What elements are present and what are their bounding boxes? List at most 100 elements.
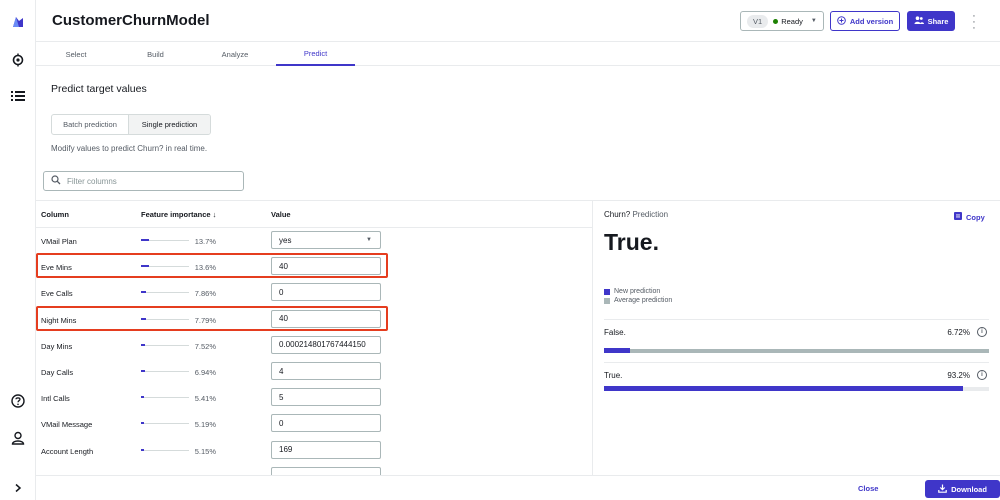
tab-analyze[interactable]: Analyze [195, 42, 275, 66]
help-icon[interactable] [10, 393, 26, 409]
legend-swatch [604, 288, 610, 295]
ready-status-dot [773, 18, 779, 24]
table-row: Day Mins 7.52% 0.000214801767444150 [36, 333, 592, 359]
feature-name: Intl Calls [41, 394, 70, 404]
search-icon [51, 172, 61, 190]
divider [604, 319, 989, 320]
feature-name: VMail Plan [41, 237, 77, 246]
models-icon[interactable] [10, 52, 26, 68]
importance-pct: 5.15% [194, 446, 216, 456]
table-header: Column Feature importance ↓ Value [36, 201, 592, 228]
chevron-down-icon: ▼ [366, 237, 372, 243]
page-header: CustomerChurnModel V1 Ready ▼ Add versio… [36, 0, 1000, 42]
value-input[interactable] [271, 466, 381, 475]
close-button[interactable]: Close [858, 484, 878, 493]
tab-predict[interactable]: Predict [276, 42, 355, 66]
legend-average-prediction: Average prediction [604, 297, 672, 304]
table-row: Day Calls 6.94% 4 [36, 359, 592, 385]
feature-table: Column Feature importance ↓ Value VMail … [36, 200, 592, 475]
tab-select[interactable]: Select [36, 42, 116, 66]
canvas-logo-icon[interactable] [10, 14, 26, 30]
true-probability-fill [604, 386, 963, 391]
importance-pct: 6.94% [194, 368, 216, 377]
importance-pct: 5.19% [194, 420, 216, 430]
table-row [36, 464, 592, 475]
app-root: CustomerChurnModel V1 Ready ▼ Add versio… [0, 0, 1000, 500]
table-row: VMail Plan 13.7% yes ▼ [36, 228, 592, 254]
list-icon[interactable] [10, 88, 26, 104]
importance-bar-fill [141, 343, 145, 346]
section-title: Predict target values [51, 83, 147, 95]
step-tabs: Select Build Analyze Predict [36, 42, 1000, 66]
version-status-dropdown[interactable]: V1 Ready ▼ [740, 11, 824, 31]
expand-chevron-icon[interactable] [10, 480, 26, 496]
download-button[interactable]: Download [925, 480, 1000, 498]
batch-prediction-toggle[interactable]: Batch prediction [52, 115, 128, 134]
value-text: yes [279, 235, 292, 245]
table-row: VMail Message 5.19% 0 [36, 411, 592, 437]
false-probability-bar [604, 348, 989, 353]
value-text: 0 [279, 287, 284, 297]
value-input[interactable]: 0.000214801767444150 [271, 335, 381, 354]
column-header: Column [41, 210, 69, 219]
importance-bar-fill [141, 422, 144, 425]
result-false-label: False. [604, 328, 626, 337]
info-icon[interactable]: i [977, 370, 987, 380]
highlight-eve-mins [36, 253, 388, 278]
version-badge: V1 [747, 14, 769, 28]
false-probability-fill [604, 348, 630, 353]
more-options-icon[interactable]: · · · [970, 11, 978, 34]
feature-name: Day Mins [41, 341, 73, 351]
table-row: Intl Calls 5.41% 5 [36, 385, 592, 411]
download-icon [938, 484, 947, 495]
share-button[interactable]: Share [907, 11, 955, 31]
status-text: Ready [781, 16, 803, 26]
value-input[interactable]: 0 [271, 283, 381, 302]
importance-bar-fill [141, 396, 144, 399]
value-select[interactable]: yes ▼ [271, 231, 381, 249]
feature-importance-header[interactable]: Feature importance ↓ [141, 210, 216, 219]
prediction-panel: Churn? Prediction Copy True. New predict… [592, 200, 1000, 475]
value-text: 169 [279, 445, 293, 455]
value-input[interactable]: 169 [271, 440, 381, 459]
value-input[interactable]: 0 [271, 414, 381, 433]
prediction-result: True. [604, 229, 659, 255]
importance-pct: 7.52% [194, 341, 216, 351]
filter-columns-input[interactable] [67, 176, 227, 186]
importance-pct: 13.7% [194, 237, 216, 246]
left-rail [0, 0, 36, 500]
plus-circle-icon [837, 15, 846, 27]
importance-pct: 5.41% [194, 394, 216, 404]
divider [604, 362, 989, 363]
copy-icon [954, 212, 962, 222]
importance-pct: 7.86% [194, 289, 216, 299]
legend-swatch [604, 297, 610, 304]
value-input[interactable]: 5 [271, 388, 381, 407]
value-text: 0.000214801767444150 [279, 340, 366, 350]
highlight-night-mins [36, 306, 388, 331]
value-text: 0 [279, 418, 284, 428]
feature-name: Eve Calls [41, 289, 73, 299]
tab-build[interactable]: Build [116, 42, 195, 66]
importance-bar-fill [141, 291, 146, 294]
result-true-label: True. [604, 371, 623, 380]
model-title: CustomerChurnModel [52, 12, 210, 29]
value-input[interactable]: 4 [271, 362, 381, 380]
filter-columns-box [43, 171, 244, 191]
user-icon[interactable] [10, 430, 26, 446]
copy-button[interactable]: Copy [954, 212, 985, 222]
add-version-button[interactable]: Add version [830, 11, 900, 31]
result-false-pct: 6.72% [947, 328, 970, 337]
feature-name: Account Length [41, 446, 94, 456]
importance-bar-fill [141, 448, 144, 451]
feature-name: Day Calls [41, 368, 74, 377]
info-icon[interactable]: i [977, 327, 987, 337]
legend-new-prediction: New prediction [604, 288, 660, 295]
instructions-text: Modify values to predict Churn? in real … [51, 144, 208, 153]
table-row: Eve Calls 7.86% 0 [36, 280, 592, 306]
single-prediction-toggle[interactable]: Single prediction [128, 115, 210, 134]
value-header: Value [271, 210, 291, 219]
footer-bar [36, 475, 1000, 500]
value-text: 5 [279, 392, 284, 402]
prediction-label: Churn? Prediction [604, 210, 669, 219]
